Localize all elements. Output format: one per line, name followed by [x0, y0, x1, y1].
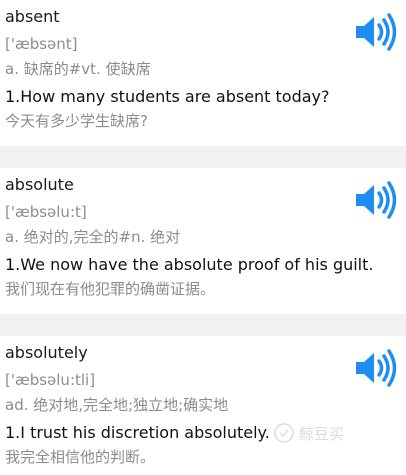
- entry-word: absolutely: [5, 343, 88, 362]
- watermark: 鲸豆买: [273, 420, 353, 446]
- watermark-text: 鲸豆买: [299, 424, 345, 443]
- entry-phonetic: ['æbsənt]: [5, 35, 78, 53]
- entry-example-english: 1.I trust his discretion absolutely.: [5, 423, 270, 442]
- speaker-icon[interactable]: [352, 180, 398, 220]
- watermark-logo-icon: [274, 423, 294, 443]
- speaker-icon[interactable]: [352, 12, 398, 52]
- entry-word: absent: [5, 7, 60, 26]
- entry-phonetic: ['æbsəlu:t]: [5, 203, 87, 221]
- entry-meaning: a. 缺席的#vt. 使缺席: [5, 60, 151, 78]
- entry-example-english: 1.How many students are absent today?: [5, 87, 330, 106]
- entry-example-chinese: 我们现在有他犯罪的确凿证据。: [5, 280, 216, 298]
- entry-example-english: 1.We now have the absolute proof of his …: [5, 255, 374, 274]
- speaker-icon[interactable]: [352, 348, 398, 388]
- word-card-absolute: absolute ['æbsəlu:t] a. 绝对的,完全的#n. 绝对 1.…: [0, 168, 406, 314]
- word-card-absolutely: absolutely ['æbsəlu:tli] ad. 绝对地,完全地;独立地…: [0, 336, 406, 475]
- entry-example-chinese: 今天有多少学生缺席?: [5, 112, 148, 130]
- entry-word: absolute: [5, 175, 74, 194]
- entry-example-chinese: 我完全相信他的判断。: [5, 448, 156, 466]
- entry-meaning: a. 绝对的,完全的#n. 绝对: [5, 228, 181, 246]
- entry-phonetic: ['æbsəlu:tli]: [5, 371, 96, 389]
- word-card-absent: absent ['æbsənt] a. 缺席的#vt. 使缺席 1.How ma…: [0, 0, 406, 146]
- entry-meaning: ad. 绝对地,完全地;独立地;确实地: [5, 396, 229, 414]
